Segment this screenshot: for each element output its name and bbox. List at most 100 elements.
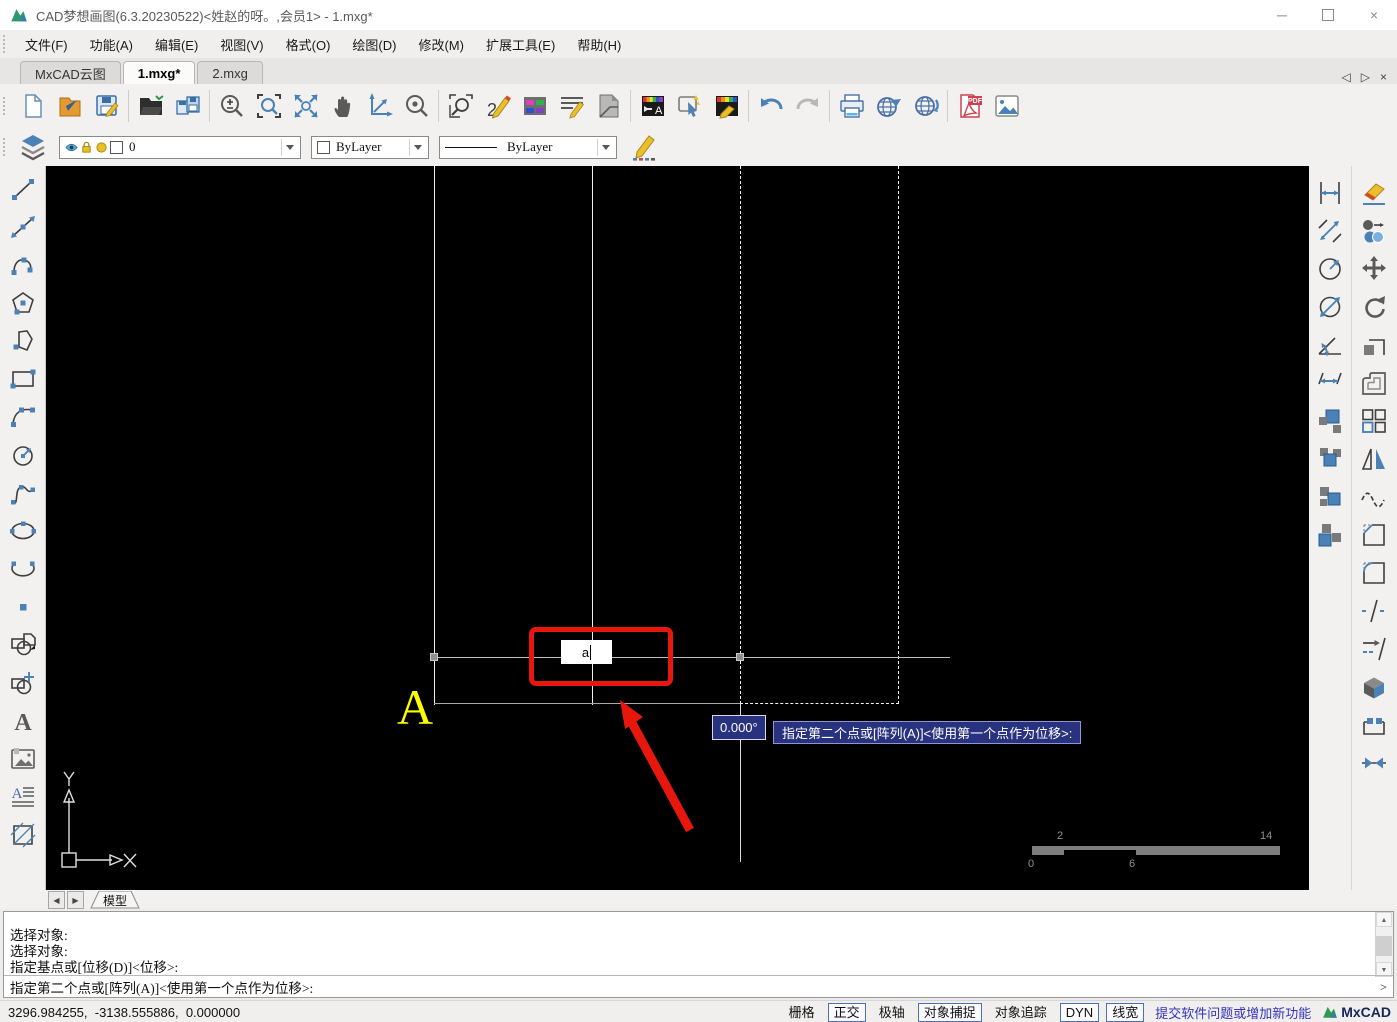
pan-button[interactable] [324,87,361,125]
zoom-window-button[interactable] [250,87,287,125]
closed-polyline-button[interactable] [4,322,42,360]
publish-web-button[interactable] [870,87,907,125]
arc-button[interactable] [4,398,42,436]
ellipse-button[interactable] [4,512,42,550]
doc-tab-3[interactable]: 2.mxg [197,61,263,84]
hatch-button[interactable] [4,816,42,854]
color-dropdown[interactable]: ByLayer [311,135,429,159]
tab-next-icon[interactable]: ▷ [1361,70,1370,84]
toggle-dyn[interactable]: DYN [1059,1002,1100,1022]
zoom-dynamic-button[interactable] [213,87,250,125]
zoom-previous-button[interactable] [361,87,398,125]
stretch-button[interactable] [1355,706,1393,744]
menu-item-5[interactable]: 格式(O) [275,31,342,58]
inplace-text-input[interactable]: a [561,640,612,664]
sketch-button[interactable]: 2 [479,87,516,125]
print-button[interactable] [833,87,870,125]
rectangle-button[interactable] [4,360,42,398]
dim-radius-button[interactable] [1311,250,1349,288]
offset-button[interactable] [1355,364,1393,402]
dim-angular-button[interactable] [1311,326,1349,364]
edit-spline-button[interactable] [1355,478,1393,516]
layers-button[interactable] [14,128,51,166]
menu-item-4[interactable]: 视图(V) [209,31,274,58]
array-button[interactable] [1355,402,1393,440]
fillet-button[interactable] [1355,554,1393,592]
point-button[interactable] [4,588,42,626]
model-next-button[interactable]: ▶ [67,891,84,909]
construction-line-button[interactable] [4,208,42,246]
draw-order-above-button[interactable] [1311,478,1349,516]
menu-item-3[interactable]: 编辑(E) [144,31,209,58]
single-text-button[interactable]: A [4,702,42,740]
format-painter-button[interactable] [708,87,745,125]
toggle-osnap[interactable]: 对象捕捉 [917,1002,982,1022]
dim-diameter-button[interactable] [1311,288,1349,326]
color-palette-button[interactable] [516,87,553,125]
polyline-button[interactable] [4,246,42,284]
dim-continue-button[interactable] [1311,364,1349,402]
toggle-ortho[interactable]: 正交 [827,1002,866,1022]
grip-point-left[interactable] [430,653,438,661]
dim-aligned-button[interactable] [1311,212,1349,250]
elliptical-arc-button[interactable] [4,550,42,588]
chamfer-button[interactable] [1355,516,1393,554]
menu-item-6[interactable]: 绘图(D) [341,31,407,58]
circle-button[interactable] [4,436,42,474]
insert-block-button[interactable] [4,626,42,664]
line-button[interactable] [4,170,42,208]
command-scrollbar[interactable]: ▲ ▼ [1375,912,1393,977]
grip-point-base[interactable] [736,653,744,661]
insert-image-button[interactable] [4,740,42,778]
maximize-button[interactable] [1305,0,1351,30]
open-folder-button[interactable] [132,87,169,125]
model-prev-button[interactable]: ◀ [48,891,65,909]
menu-item-1[interactable]: 文件(F) [14,31,79,58]
explode-button[interactable] [1355,668,1393,706]
mirror-button[interactable] [1355,440,1393,478]
rotate-button[interactable] [1355,288,1393,326]
command-expand-icon[interactable]: > [1380,980,1387,995]
toggle-lineweight[interactable]: 线宽 [1106,1002,1145,1022]
spline-button[interactable] [4,474,42,512]
dim-linear-button[interactable] [1311,174,1349,212]
tab-model[interactable]: 模型 [90,890,140,909]
menu-item-2[interactable]: 功能(A) [79,31,144,58]
drawing-canvas[interactable]: a A 0.000° 指定第二个点或[阵列(A)]<使用第一个点作为位移>: 2… [46,166,1309,890]
join-button[interactable] [1355,744,1393,782]
edit-text-button[interactable] [553,87,590,125]
feedback-link[interactable]: 提交软件问题或增加新功能 [1155,1003,1311,1022]
toggle-otrack[interactable]: 对象追踪 [989,1003,1053,1022]
create-block-button[interactable] [4,664,42,702]
quick-select-button[interactable] [671,87,708,125]
undo-button[interactable] [752,87,789,125]
menu-item-9[interactable]: 帮助(H) [566,31,632,58]
chevron-down-icon[interactable] [281,138,298,156]
zoom-center-button[interactable] [398,87,435,125]
scroll-up-icon[interactable]: ▲ [1376,912,1392,927]
draw-settings-button[interactable] [625,128,662,166]
doc-tab-1[interactable]: MxCAD云图 [20,61,121,84]
menu-item-7[interactable]: 修改(M) [407,31,475,58]
chevron-down-icon[interactable] [597,138,614,156]
page-setup-button[interactable] [590,87,627,125]
doc-tab-2[interactable]: 1.mxg* [122,61,196,84]
layer-dropdown[interactable]: 0 [59,135,301,159]
erase-button[interactable] [1355,174,1393,212]
minimize-button[interactable]: ─ [1259,0,1305,30]
move-button[interactable] [1355,250,1393,288]
multiline-text-button[interactable]: A [4,778,42,816]
redo-button[interactable] [789,87,826,125]
close-button[interactable]: × [1351,0,1397,30]
export-image-button[interactable] [988,87,1025,125]
menu-item-8[interactable]: 扩展工具(E) [475,31,566,58]
toggle-polar[interactable]: 极轴 [873,1003,911,1022]
draw-order-front-button[interactable] [1311,402,1349,440]
polygon-button[interactable] [4,284,42,322]
command-box[interactable]: 选择对象: 选择对象: 指定基点或[位移(D)]<位移>: ▲ ▼ 指定第二个点或[… [3,911,1394,998]
chevron-down-icon[interactable] [409,138,426,156]
toggle-grid[interactable]: 栅格 [783,1003,821,1022]
trim-button[interactable] [1355,630,1393,668]
command-input-line[interactable]: 指定第二个点或[阵列(A)]<使用第一个点作为位移>: [4,975,1393,997]
draw-order-below-button[interactable] [1311,516,1349,554]
